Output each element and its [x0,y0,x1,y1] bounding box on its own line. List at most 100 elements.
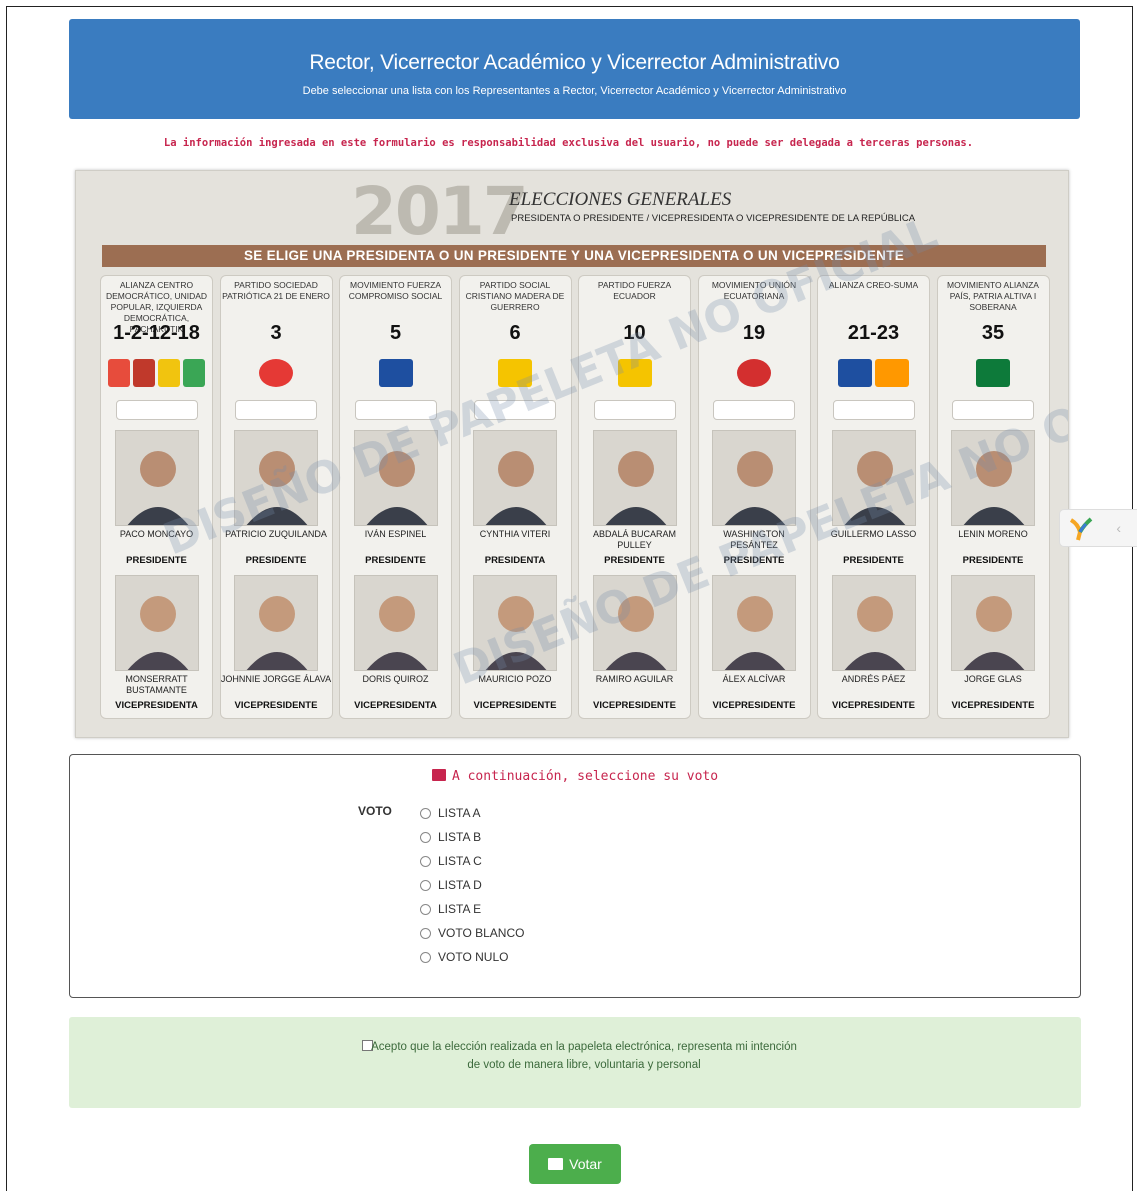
vice-role: VICEPRESIDENTE [234,700,318,711]
party-logo-icon [108,359,130,387]
vice-role: VICEPRESIDENTA [354,700,437,711]
party-name: MOVIMIENTO FUERZA COMPROMISO SOCIAL [348,280,443,301]
vote-heading-text: A continuación, seleccione su voto [451,769,719,784]
page-title: Rector, Vicerrector Académico y Vicerrec… [309,51,840,74]
vote-option[interactable]: LISTA A [420,801,524,825]
vote-option-label: LISTA C [438,854,482,868]
ballot-box-icon [548,1158,564,1170]
vote-option-label: LISTA D [438,878,482,892]
party-logo-icon [976,359,1010,387]
vice-role: VICEPRESIDENTE [832,700,915,711]
vote-option-label: VOTO NULO [438,950,509,964]
president-role: PRESIDENTA [484,555,546,566]
party-name: PARTIDO SOCIAL CRISTIANO MADERA DE GUERR… [465,280,565,312]
party-logo-icon [875,359,909,387]
radio-button[interactable] [420,927,431,939]
president-name: LENIN MORENO [958,529,1028,539]
radio-button[interactable] [420,903,431,915]
president-role: PRESIDENTE [365,555,426,566]
vote-option-label: LISTA B [438,830,482,844]
party-logo [818,350,929,396]
party-logo-icon [183,359,205,387]
responsibility-warning: La información ingresada en este formula… [163,137,974,149]
votar-button[interactable]: Votar [529,1144,621,1184]
party-logo [938,350,1049,396]
vote-option[interactable]: VOTO NULO [420,945,524,969]
chevron-left-icon: ‹ [1116,520,1121,536]
voto-label: VOTO [358,804,392,818]
votar-label: Votar [569,1156,602,1172]
vice-name: RAMIRO AGUILAR [595,674,674,684]
party-name: PARTIDO SOCIEDAD PATRIÓTICA 21 DE ENERO [222,280,330,301]
ballot-box-icon [431,769,446,781]
vice-role: VICEPRESIDENTE [473,700,557,711]
list-number: 35 [981,322,1005,344]
radio-button[interactable] [420,879,431,891]
ballot-title: ELECCIONES GENERALES [509,189,732,210]
vote-option-label: LISTA A [438,806,481,820]
vice-photo [114,575,199,671]
side-widget[interactable]: ‹ [1059,509,1137,547]
president-name: ABDALÁ BUCARAM PULLEY [592,529,677,550]
vice-photo [951,575,1035,671]
ballot-column: MOVIMIENTO FUERZA COMPROMISO SOCIAL 5 IVÁN… [339,275,452,719]
list-number: 3 [270,322,282,344]
vote-option[interactable]: LISTA D [420,873,524,897]
vote-heading: A continuación, seleccione su voto [70,769,1080,784]
accept-panel: Acepto que la elección realizada en la p… [69,1017,1081,1108]
party-logo [221,350,332,396]
president-name: CYNTHIA VITERI [479,529,551,539]
party-logo [699,350,810,396]
party-logo [340,350,451,396]
radio-button[interactable] [420,831,431,843]
vice-name: MONSERRATT BUSTAMANTE [125,674,188,695]
vice-name: ÁLEX ALCÍVAR [722,674,786,684]
party-logo-icon [838,359,872,387]
ballot-year: 2017 [351,173,529,250]
radio-button[interactable] [420,951,431,963]
president-role: PRESIDENTE [962,555,1024,566]
list-number: 21-23 [847,322,900,344]
vice-role: VICEPRESIDENTA [115,700,198,711]
vote-box [713,400,795,420]
vote-option-label: LISTA E [438,902,482,916]
vote-panel: A continuación, seleccione su voto VOTO … [69,754,1081,998]
widget-logo-icon [1069,517,1093,541]
president-name: IVÁN ESPINEL [364,529,427,539]
vice-name: DORIS QUIROZ [362,674,429,684]
ballot-column: ALIANZA CENTRO DEMOCRÁTICO, UNIDAD POPUL… [100,275,213,719]
party-logo-icon [158,359,180,387]
ballot-image: 2017 ELECCIONES GENERALES PRESIDENTA O P… [75,170,1069,738]
party-logo-icon [378,359,413,387]
president-photo [473,430,557,526]
list-number: 6 [509,322,521,344]
president-role: PRESIDENTE [843,555,904,566]
vice-name: JOHNNIE JORGGE ÁLAVA [220,674,332,684]
vote-option[interactable]: LISTA C [420,849,524,873]
vote-option[interactable]: LISTA B [420,825,524,849]
radio-button[interactable] [420,855,431,867]
vote-box [832,400,915,420]
party-name: ALIANZA CENTRO DEMOCRÁTICO, UNIDAD POPUL… [105,280,208,334]
vice-role: VICEPRESIDENTE [712,700,796,711]
vote-box [115,400,198,420]
vice-photo [234,575,318,671]
list-number: 1-2-12-18 [113,322,200,344]
vote-options: LISTA A LISTA B LISTA C LISTA D LISTA E VOTO … [420,801,524,969]
party-logo-icon [737,359,771,387]
vice-name: ANDRÉS PÁEZ [841,674,906,684]
vice-name: JORGE GLAS [964,674,1022,684]
vice-photo [353,575,438,671]
party-logo-icon [259,359,293,387]
page-header: Rector, Vicerrector Académico y Vicerrec… [69,19,1080,119]
vote-box [235,400,317,420]
page-subtitle: Debe seleccionar una lista con los Repre… [302,85,847,97]
president-photo [592,430,677,526]
party-name: MOVIMIENTO ALIANZA PAÍS, PATRIA ALTIVA I… [947,280,1039,312]
vote-option[interactable]: VOTO BLANCO [420,921,524,945]
vote-option[interactable]: LISTA E [420,897,524,921]
vice-photo [831,575,916,671]
accept-text: Acepto que la elección realizada en la p… [371,1041,797,1071]
radio-button[interactable] [420,807,431,819]
vote-box [593,400,676,420]
